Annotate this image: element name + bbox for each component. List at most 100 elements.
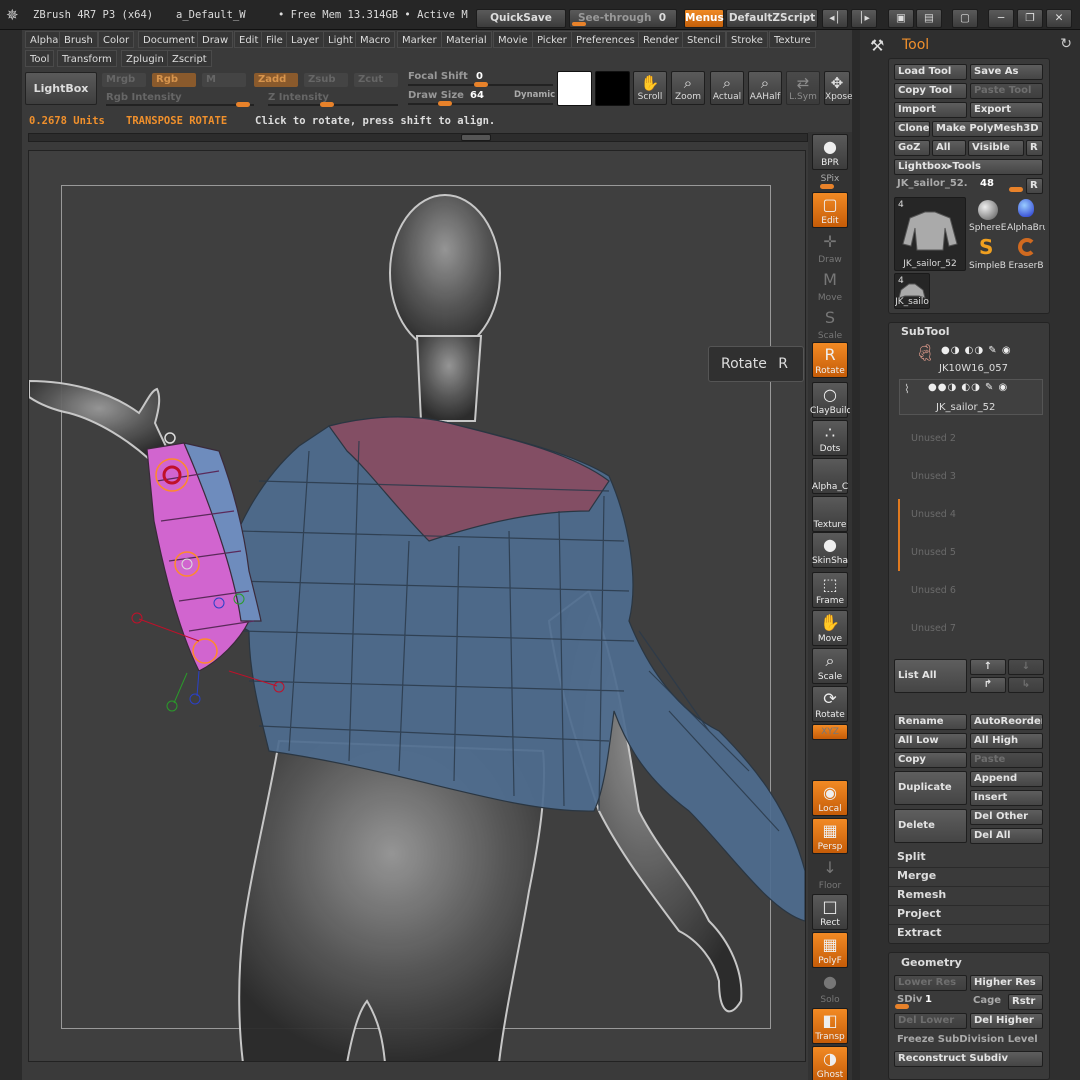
subtool-item-2[interactable]: ⌇ ●●◑ ◐◑ ✎ ◉ JK_sailor_52 xyxy=(899,379,1043,415)
shelf-ghost-24[interactable]: ◑ Ghost xyxy=(812,1046,848,1080)
close-icon[interactable]: ✕ xyxy=(1046,9,1072,28)
goz-all-button[interactable]: All xyxy=(932,140,966,156)
import-button[interactable]: Import xyxy=(894,102,967,118)
del-higher-button[interactable]: Del Higher xyxy=(970,1013,1043,1029)
del-lower-button[interactable]: Del Lower xyxy=(894,1013,967,1029)
menu-color[interactable]: Color xyxy=(98,31,135,48)
menu-brush[interactable]: Brush xyxy=(59,31,98,48)
layout-alt-icon[interactable]: ▤ xyxy=(916,9,942,28)
menu-stroke[interactable]: Stroke xyxy=(726,31,768,48)
menu-render[interactable]: Render xyxy=(638,31,684,48)
shelf-local-17[interactable]: ◉ Local xyxy=(812,780,848,816)
rgb-toggle[interactable]: Rgb xyxy=(152,73,196,87)
rename-button[interactable]: Rename xyxy=(894,714,967,730)
del-other-button[interactable]: Del Other xyxy=(970,809,1043,825)
lsym-button[interactable]: ⇄ L.Sym xyxy=(786,71,820,105)
menu-alpha[interactable]: Alpha xyxy=(25,31,64,48)
menu-texture[interactable]: Texture xyxy=(769,31,816,48)
minimize-icon[interactable]: ─ xyxy=(988,9,1014,28)
shelf-texture-10[interactable]: Texture xyxy=(812,496,848,532)
scroll-right-icon[interactable]: │▸ xyxy=(851,9,877,28)
menu-file[interactable]: File xyxy=(261,31,288,48)
list-all-button[interactable]: List All xyxy=(894,659,967,693)
rgb-intensity-slider[interactable] xyxy=(106,104,254,106)
subtool-item-2-toggles[interactable]: ●●◑ ◐◑ ✎ ◉ xyxy=(928,382,1008,393)
goz-r-button[interactable]: R xyxy=(1026,140,1043,156)
shelf-persp-18[interactable]: ▦ Persp xyxy=(812,818,848,854)
del-all-button[interactable]: Del All xyxy=(970,828,1043,844)
freeze-subdivision-levels[interactable]: Freeze SubDivision Level xyxy=(897,1034,1038,1045)
tool-thumb-jk-sailor-small[interactable]: 4 JK_sailo xyxy=(894,273,930,309)
tool-r-button[interactable]: R xyxy=(1026,178,1043,194)
clone-button[interactable]: Clone xyxy=(894,121,930,137)
autoreorder-button[interactable]: AutoReorder xyxy=(970,714,1043,730)
extract-section[interactable]: Extract xyxy=(897,926,942,939)
project-section[interactable]: Project xyxy=(897,907,941,920)
mrgb-toggle[interactable]: Mrgb xyxy=(102,73,146,87)
shelf-frame-12[interactable]: ⬚ Frame xyxy=(812,572,848,608)
shelf-rotate-6[interactable]: R Rotate xyxy=(812,342,848,378)
menu-material[interactable]: Material xyxy=(441,31,492,48)
insert-button[interactable]: Insert xyxy=(970,790,1043,806)
menu-document[interactable]: Document xyxy=(138,31,200,48)
secondary-color-swatch[interactable] xyxy=(595,71,630,106)
maximize-icon[interactable]: ❐ xyxy=(1017,9,1043,28)
menu-transform[interactable]: Transform xyxy=(57,50,117,67)
draw-size-knob[interactable] xyxy=(438,101,452,106)
shelf-xyz-16[interactable]: XYZ xyxy=(812,724,848,740)
shelf-move-4[interactable]: M Move xyxy=(812,268,848,304)
geometry-title[interactable]: Geometry xyxy=(901,956,962,969)
cage-label[interactable]: Cage xyxy=(973,995,1001,1006)
subtool-scrollbar[interactable] xyxy=(898,499,900,571)
scroll-button[interactable]: ✋ Scroll xyxy=(633,71,667,105)
shelf-polyf-21[interactable]: ▦ PolyF xyxy=(812,932,848,968)
zsub-toggle[interactable]: Zsub xyxy=(304,73,348,87)
menu-picker[interactable]: Picker xyxy=(532,31,572,48)
canvas-horizontal-scrollbar[interactable] xyxy=(28,133,808,142)
reconstruct-subdiv-button[interactable]: Reconstruct Subdiv xyxy=(894,1051,1043,1067)
export-button[interactable]: Export xyxy=(970,102,1043,118)
rgb-intensity-knob[interactable] xyxy=(236,102,250,107)
tool-thumb-eraserbrush[interactable]: EraserB xyxy=(1007,235,1045,272)
all-high-button[interactable]: All High xyxy=(970,733,1043,749)
copy-button[interactable]: Copy xyxy=(894,752,967,768)
shelf-solo-22[interactable]: ● Solo xyxy=(812,970,848,1006)
split-section[interactable]: Split xyxy=(897,850,926,863)
xpose-button[interactable]: ✥ Xpose xyxy=(824,71,853,105)
shelf-claybuild-7[interactable]: ○ ClayBuild xyxy=(810,382,850,418)
paste-button[interactable]: Paste xyxy=(970,752,1043,768)
model-viewport[interactable] xyxy=(29,151,806,1062)
menu-movie[interactable]: Movie xyxy=(493,31,533,48)
make-polymesh-button[interactable]: Make PolyMesh3D xyxy=(932,121,1043,137)
zadd-toggle[interactable]: Zadd xyxy=(254,73,298,87)
load-tool-button[interactable]: Load Tool xyxy=(894,64,967,80)
zoom-button[interactable]: ⌕ Zoom xyxy=(671,71,705,105)
move-up-icon[interactable]: ↑ xyxy=(970,659,1006,675)
lower-res-button[interactable]: Lower Res xyxy=(894,975,967,991)
reset-icon[interactable]: ↻ xyxy=(1060,36,1072,52)
spix-slider-knob[interactable] xyxy=(820,184,834,189)
menu-layer[interactable]: Layer xyxy=(286,31,324,48)
menu-zplugin[interactable]: Zplugin xyxy=(121,50,169,67)
shelf-scale-14[interactable]: ⌕ Scale xyxy=(812,648,848,684)
aahalf-button[interactable]: ⌕ AAHalf xyxy=(748,71,782,105)
menu-light[interactable]: Light xyxy=(323,31,358,48)
move-down-alt-icon[interactable]: ↳ xyxy=(1008,677,1044,693)
menu-stencil[interactable]: Stencil xyxy=(682,31,726,48)
copy-tool-button[interactable]: Copy Tool xyxy=(894,83,967,99)
scroll-left-icon[interactable]: ◂│ xyxy=(822,9,848,28)
goz-visible-button[interactable]: Visible xyxy=(968,140,1024,156)
dynamic-toggle[interactable]: Dynamic xyxy=(514,90,555,100)
delete-button[interactable]: Delete xyxy=(894,809,967,843)
lightbox-button[interactable]: LightBox xyxy=(25,72,97,105)
duplicate-button[interactable]: Duplicate xyxy=(894,771,967,805)
tool-thumb-jk-sailor[interactable]: 4 JK_sailor_52 xyxy=(894,197,966,271)
higher-res-button[interactable]: Higher Res xyxy=(970,975,1043,991)
m-toggle[interactable]: M xyxy=(202,73,246,87)
menu-edit[interactable]: Edit xyxy=(234,31,264,48)
shelf-rotate-15[interactable]: ⟳ Rotate xyxy=(812,686,848,722)
main-color-swatch[interactable] xyxy=(557,71,592,106)
shelf-scale-5[interactable]: S Scale xyxy=(812,306,848,342)
tool-thumb-alphabrush[interactable]: AlphaBru xyxy=(1007,197,1045,234)
menu-zscript[interactable]: Zscript xyxy=(167,50,212,67)
